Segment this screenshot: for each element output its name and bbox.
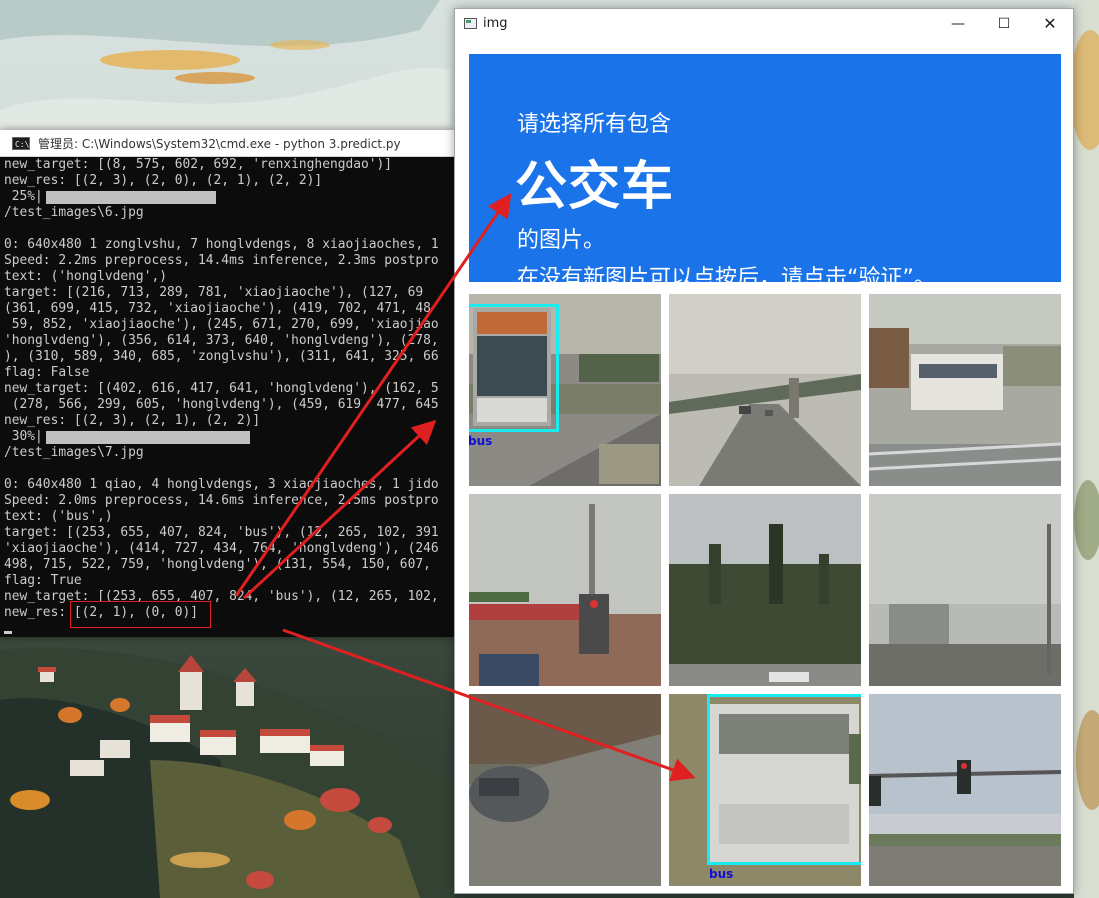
captcha-tile-r1c1[interactable]: bus: [469, 294, 661, 486]
console-line: new_res: [(2, 3), (2, 0), (2, 1), (2, 2)…: [4, 173, 323, 188]
tile-image: [669, 294, 861, 486]
progress-bar-25: [46, 191, 216, 204]
console-output[interactable]: new_target: [(8, 575, 602, 692, 'renxing…: [0, 157, 454, 637]
maximize-button[interactable]: ☐: [981, 9, 1027, 39]
console-line: flag: False: [4, 365, 90, 380]
cmd-window[interactable]: C:\ 管理员: C:\Windows\System32\cmd.exe - p…: [0, 130, 454, 637]
captcha-tile-r2c3[interactable]: [869, 494, 1061, 686]
console-line: flag: True: [4, 573, 82, 588]
console-line: text: ('honglvdeng',): [4, 269, 167, 284]
console-line: Speed: 2.2ms preprocess, 14.4ms inferenc…: [4, 253, 439, 268]
cmd-titlebar[interactable]: C:\ 管理员: C:\Windows\System32\cmd.exe - p…: [0, 130, 454, 157]
console-line: /test_images\7.jpg: [4, 445, 144, 460]
console-line: 'xiaojiaoche'), (414, 727, 434, 764, 'ho…: [4, 541, 439, 556]
console-line: 25%|: [4, 189, 43, 204]
bus-detection-box: [469, 304, 559, 432]
console-line: Speed: 2.0ms preprocess, 14.6ms inferenc…: [4, 493, 439, 508]
console-cursor: [4, 631, 12, 634]
console-line: 498, 715, 522, 759, 'honglvdeng'), (131,…: [4, 557, 431, 572]
detection-label: bus: [709, 867, 734, 881]
tile-image: [869, 694, 1061, 886]
console-line: target: [(216, 713, 289, 781, 'xiaojiaoc…: [4, 285, 424, 300]
captcha-tile-r2c1[interactable]: [469, 494, 661, 686]
cmd-window-title: 管理员: C:\Windows\System32\cmd.exe - pytho…: [38, 136, 401, 151]
window-app-icon: [464, 18, 477, 29]
captcha-instruction-banner: 请选择所有包含 公交车 的图片。 在没有新图片可以点按后，请点击“验证”。: [469, 54, 1061, 282]
console-line: 0: 640x480 1 zonglvshu, 7 honglvdengs, 8…: [4, 237, 439, 252]
tile-image: [869, 294, 1061, 486]
captcha-tile-r2c2[interactable]: [669, 494, 861, 686]
console-line: 0: 640x480 1 qiao, 4 honglvdengs, 3 xiao…: [4, 477, 439, 492]
captcha-tile-r1c3[interactable]: [869, 294, 1061, 486]
console-line: (361, 699, 415, 732, 'xiaojiaoche'), (41…: [4, 301, 431, 316]
console-line: new_target: [(8, 575, 602, 692, 'renxing…: [4, 157, 393, 172]
captcha-tile-r3c2[interactable]: bus: [669, 694, 861, 886]
console-line: 'honglvdeng'), (356, 614, 373, 640, 'hon…: [4, 333, 439, 348]
tile-image: [469, 494, 661, 686]
tile-image: [469, 694, 661, 886]
captcha-prompt-line3: 的图片。: [517, 228, 606, 253]
close-button[interactable]: ✕: [1027, 9, 1073, 39]
img-window[interactable]: img — ☐ ✕ 请选择所有包含 公交车 的图片。 在没有新图片可以点按后，请…: [454, 8, 1074, 894]
console-line: new_target: [(402, 616, 417, 641, 'hongl…: [4, 381, 439, 396]
cmd-app-icon: C:\: [12, 136, 30, 150]
captcha-tile-r1c2[interactable]: [669, 294, 861, 486]
console-line: text: ('bus',): [4, 509, 113, 524]
console-line: 30%|: [4, 429, 43, 444]
img-window-title: img: [483, 16, 508, 31]
tile-image: [869, 494, 1061, 686]
captcha-prompt-line4: 在没有新图片可以点按后，请点击“验证”。: [517, 266, 936, 282]
tile-image: [669, 494, 861, 686]
detection-label: bus: [469, 434, 493, 448]
minimize-button[interactable]: —: [935, 9, 981, 39]
result-highlight-box: [70, 601, 211, 628]
captcha-prompt-line1: 请选择所有包含: [517, 112, 672, 137]
console-line: target: [(253, 655, 407, 824, 'bus'), (1…: [4, 525, 439, 540]
captcha-tile-r3c3[interactable]: [869, 694, 1061, 886]
console-line: /test_images\6.jpg: [4, 205, 144, 220]
console-line: new_res: [(2, 3), (2, 1), (2, 2)]: [4, 413, 261, 428]
console-line: (278, 566, 299, 605, 'honglvdeng'), (459…: [4, 397, 439, 412]
img-titlebar[interactable]: img — ☐ ✕: [455, 9, 1073, 39]
progress-bar-30: [46, 431, 250, 444]
captcha-target-label: 公交车: [515, 157, 675, 217]
captcha-tile-r3c1[interactable]: [469, 694, 661, 886]
console-line: 59, 852, 'xiaojiaoche'), (245, 671, 270,…: [4, 317, 439, 332]
bus-detection-box: [707, 694, 861, 865]
console-line: ), (310, 589, 340, 685, 'zonglvshu'), (3…: [4, 349, 439, 364]
